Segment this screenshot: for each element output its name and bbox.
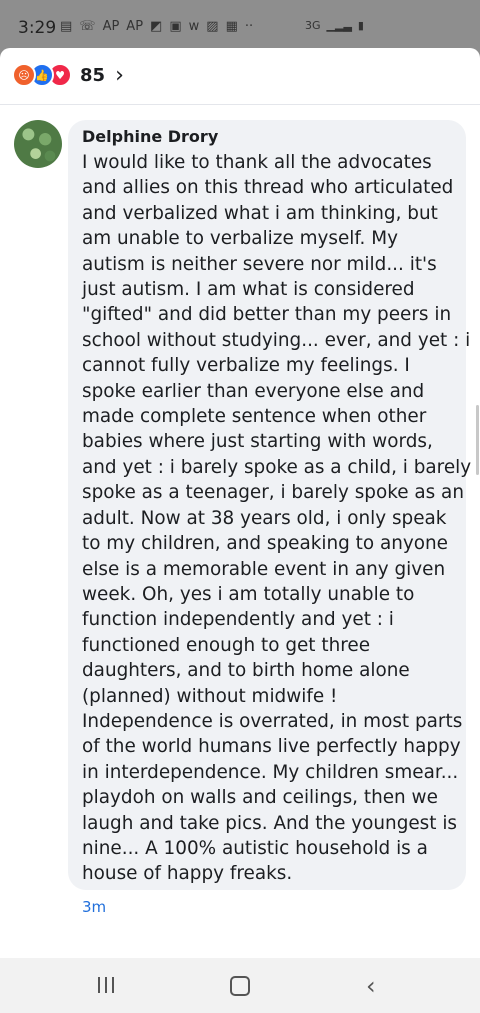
comment-line: function independently and yet : i [82, 609, 394, 631]
comment-line: else is a memorable event in any given [82, 558, 446, 580]
comment-line: of the world humans live perfectly happy [82, 736, 461, 758]
navigation-bar: ‹ [0, 958, 480, 1013]
photos-icon: ◩ [150, 19, 163, 34]
comment-line: to my children, and speaking to anyone [82, 533, 448, 555]
status-bar: 3:29 ▤ ☏ AP AP ◩ ▣ w ▨ ▦ ·· 3G ▁▂▃ ▮ [0, 0, 480, 48]
comment-line: (planned) without midwife ! [82, 685, 338, 707]
comment-line: Independence is overrated, in most parts [82, 710, 463, 732]
comment-time[interactable]: 3m [82, 898, 106, 916]
comment-line: in interdependence. My children smear... [82, 761, 459, 783]
comment-line: house of happy freaks. [82, 863, 293, 885]
status-system-icons: 3G ▁▂▃ ▮ [305, 19, 364, 32]
signal-icon: ▁▂▃ [326, 19, 352, 32]
reaction-count: 85 [80, 64, 106, 86]
comment-line: adult. Now at 38 years old, i only speak [82, 507, 447, 529]
comment-line: babies where just starting with words, [82, 431, 433, 453]
comment-line: playdoh on walls and ceilings, then we [82, 787, 438, 809]
recent-apps-button[interactable] [98, 977, 114, 993]
comment-author[interactable]: Delphine Drory [82, 126, 454, 148]
status-time: 3:29 [18, 18, 57, 38]
network-type: 3G [305, 19, 321, 32]
comment-bubble: Delphine Drory I would like to thank all… [68, 120, 472, 890]
more-dots-icon: ·· [244, 19, 254, 34]
comment-line: just autism. I am what is considered [82, 279, 415, 301]
comment-line: I would like to thank all the advocates [82, 152, 432, 173]
avatar[interactable] [14, 120, 62, 168]
comment-line: cannot fully verbalize my feelings. I [82, 355, 410, 377]
comment-line: and yet : i barely spoke as a child, i b… [82, 456, 472, 478]
battery-icon: ▮ [357, 19, 364, 32]
scrollbar[interactable] [476, 405, 479, 475]
divider [0, 104, 480, 105]
comment-line: "gifted" and did better than my peers in [82, 304, 452, 326]
ap-news-icon: AP [102, 19, 120, 34]
comment-line: daughters, and to birth home alone [82, 660, 410, 682]
comment-line: laugh and take pics. And the youngest is [82, 812, 458, 834]
back-button[interactable]: ‹ [366, 972, 376, 1000]
w-app-icon: w [188, 19, 200, 34]
comment-line: made complete sentence when other [82, 406, 427, 428]
comment-line: am unable to verbalize myself. My [82, 228, 398, 250]
comment-line: nine... A 100% autistic household is a [82, 837, 428, 859]
reactions-summary[interactable]: ☹ 👍 ♥ 85 › [12, 62, 124, 88]
comment-line: week. Oh, yes i am totally unable to [82, 583, 415, 605]
message-icon: ▤ [60, 19, 73, 34]
comment-text: I would like to thank all the advocates a… [82, 150, 472, 887]
comments-sheet: ☹ 👍 ♥ 85 › Delphine Drory I would like t… [0, 48, 480, 958]
wifi-call-icon: ☏ [79, 19, 96, 34]
comment-line: and allies on this thread who articulate… [82, 177, 454, 199]
comment-line: spoke earlier than everyone else and [82, 380, 425, 402]
window-icon: ▦ [225, 19, 238, 34]
comment-line: and verbalized what i am thinking, but [82, 202, 438, 224]
comment-line: spoke as a teenager, i barely spoke as a… [82, 482, 464, 504]
comment-line: school without studying... ever, and yet… [82, 329, 471, 351]
tv-icon: ▣ [169, 19, 182, 34]
gallery-icon: ▨ [206, 19, 219, 34]
chevron-right-icon[interactable]: › [115, 63, 124, 88]
comment-line: autism is neither severe nor mild... it'… [82, 253, 437, 275]
angry-reaction-icon: ☹ [12, 63, 36, 87]
ap-news-icon: AP [126, 19, 144, 34]
comment-line: functioned enough to get three [82, 634, 371, 656]
home-button[interactable] [230, 976, 250, 996]
status-notification-icons: ▤ ☏ AP AP ◩ ▣ w ▨ ▦ ·· [60, 19, 253, 34]
